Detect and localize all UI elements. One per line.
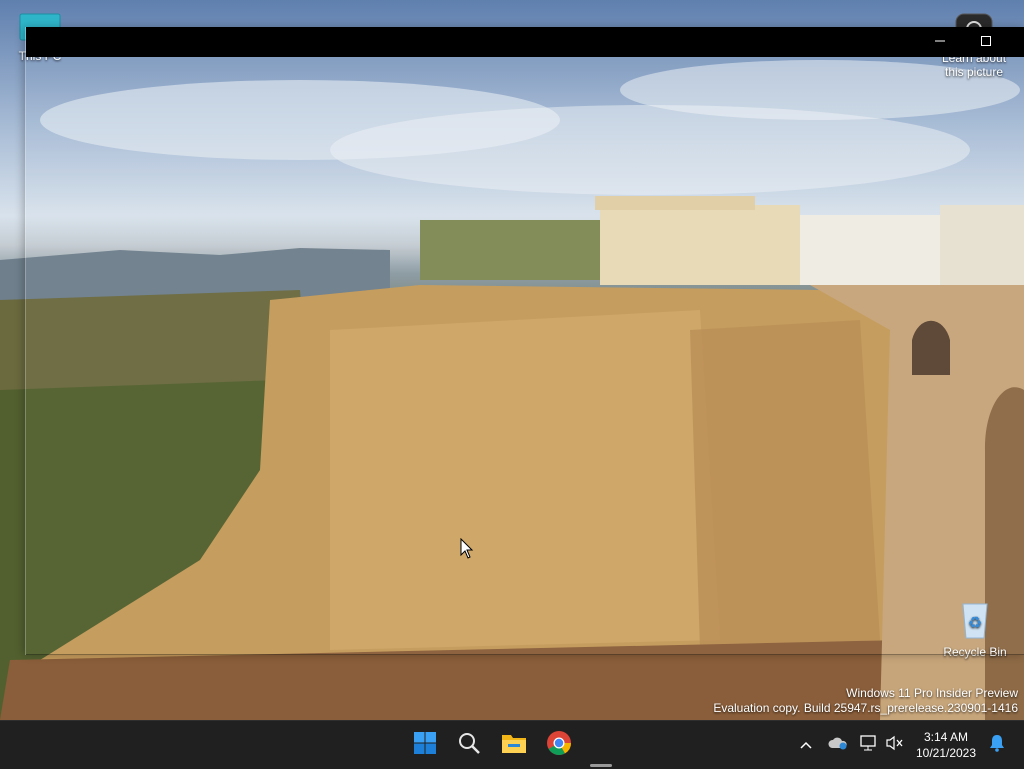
window-titlebar[interactable] [26, 27, 1024, 57]
volume-button[interactable] [883, 733, 907, 757]
taskbar: 3:14 AM 10/21/2023 [0, 720, 1024, 769]
taskbar-clock[interactable]: 3:14 AM 10/21/2023 [908, 729, 984, 761]
chrome-button[interactable] [541, 727, 577, 763]
start-button[interactable] [407, 727, 443, 763]
folder-icon [501, 732, 527, 759]
watermark-line-1: Windows 11 Pro Insider Preview [846, 686, 1018, 700]
notifications-button[interactable] [985, 733, 1009, 757]
window-bottom-edge [26, 654, 1024, 655]
bell-icon [989, 734, 1005, 757]
maximize-button[interactable] [963, 27, 1009, 57]
network-icon [860, 734, 878, 756]
mouse-cursor-icon [460, 537, 474, 565]
windows-start-icon [413, 731, 437, 760]
show-hidden-icons-button[interactable] [794, 733, 818, 757]
evaluation-watermark: Windows 11 Pro Insider Preview Evaluatio… [713, 686, 1018, 716]
volume-muted-icon [886, 735, 904, 756]
watermark-line-2: Evaluation copy. Build 25947.rs_prerelea… [713, 701, 1018, 715]
chrome-icon [546, 730, 572, 761]
maximize-icon [981, 33, 991, 51]
search-icon [457, 731, 481, 760]
search-button[interactable] [451, 727, 487, 763]
clock-time: 3:14 AM [923, 730, 969, 744]
onedrive-button[interactable] [826, 733, 850, 757]
file-explorer-button[interactable] [496, 727, 532, 763]
network-button[interactable] [857, 733, 881, 757]
minimize-button[interactable] [917, 27, 963, 57]
onedrive-icon [828, 736, 848, 755]
chevron-up-icon [800, 736, 812, 754]
app-window[interactable] [25, 27, 1024, 655]
minimize-icon [935, 33, 945, 51]
taskbar-active-indicator [590, 764, 612, 767]
clock-date: 10/21/2023 [915, 746, 977, 760]
